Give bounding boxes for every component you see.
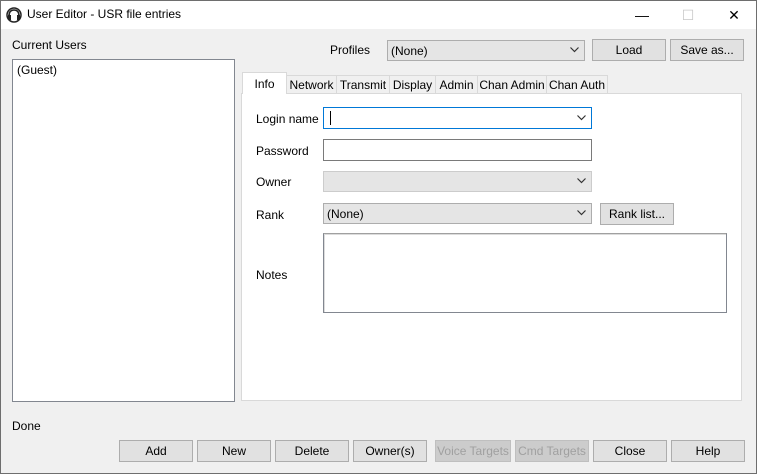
login-name-label: Login name — [256, 112, 319, 126]
tab-chan-admin[interactable]: Chan Admin — [477, 75, 547, 94]
tab-info[interactable]: Info — [242, 72, 287, 94]
rank-list-button[interactable]: Rank list... — [600, 203, 674, 225]
chevron-down-icon[interactable] — [577, 115, 586, 121]
app-headset-icon — [6, 7, 22, 23]
status-text: Done — [12, 419, 41, 433]
chevron-down-icon — [570, 47, 579, 53]
tab-display[interactable]: Display — [389, 75, 436, 94]
maximize-button[interactable]: ☐ — [665, 1, 711, 29]
tab-chan-auth[interactable]: Chan Auth — [546, 75, 608, 94]
new-button[interactable]: New — [197, 440, 271, 462]
notes-label: Notes — [256, 268, 288, 282]
notes-textarea[interactable] — [323, 233, 727, 313]
close-window-button[interactable]: ✕ — [711, 1, 757, 29]
owner-dropdown[interactable] — [323, 171, 592, 192]
cmd-targets-button[interactable]: Cmd Targets — [515, 440, 589, 462]
password-label: Password — [256, 144, 309, 158]
title-bar: User Editor - USR file entries — ☐ ✕ — [1, 1, 756, 29]
text-cursor — [330, 111, 331, 125]
profiles-selected-value: (None) — [391, 44, 428, 58]
profiles-dropdown[interactable]: (None) — [387, 40, 585, 61]
user-editor-window: User Editor - USR file entries — ☐ ✕ Cur… — [0, 0, 757, 474]
add-button[interactable]: Add — [119, 440, 193, 462]
rank-selected-value: (None) — [327, 207, 364, 221]
tab-network[interactable]: Network — [286, 75, 337, 94]
save-as-button[interactable]: Save as... — [670, 39, 744, 61]
chevron-down-icon — [577, 178, 586, 184]
minimize-button[interactable]: — — [619, 1, 665, 29]
owners-button[interactable]: Owner(s) — [353, 440, 427, 462]
chevron-down-icon — [577, 210, 586, 216]
owner-label: Owner — [256, 175, 292, 189]
voice-targets-button[interactable]: Voice Targets — [435, 440, 511, 462]
users-listbox[interactable]: (Guest) — [12, 59, 235, 402]
delete-button[interactable]: Delete — [275, 440, 349, 462]
help-button[interactable]: Help — [671, 440, 745, 462]
current-users-label: Current Users — [12, 38, 87, 52]
load-button[interactable]: Load — [592, 39, 666, 61]
rank-dropdown[interactable]: (None) — [323, 203, 592, 224]
tab-transmit[interactable]: Transmit — [336, 75, 390, 94]
password-field[interactable] — [323, 139, 592, 161]
close-button[interactable]: Close — [593, 440, 667, 462]
login-name-combobox[interactable] — [323, 107, 592, 129]
tab-admin[interactable]: Admin — [435, 75, 478, 94]
rank-label: Rank — [256, 208, 285, 222]
list-item[interactable]: (Guest) — [17, 63, 57, 77]
window-title: User Editor - USR file entries — [27, 7, 182, 21]
profiles-label: Profiles — [330, 43, 371, 57]
